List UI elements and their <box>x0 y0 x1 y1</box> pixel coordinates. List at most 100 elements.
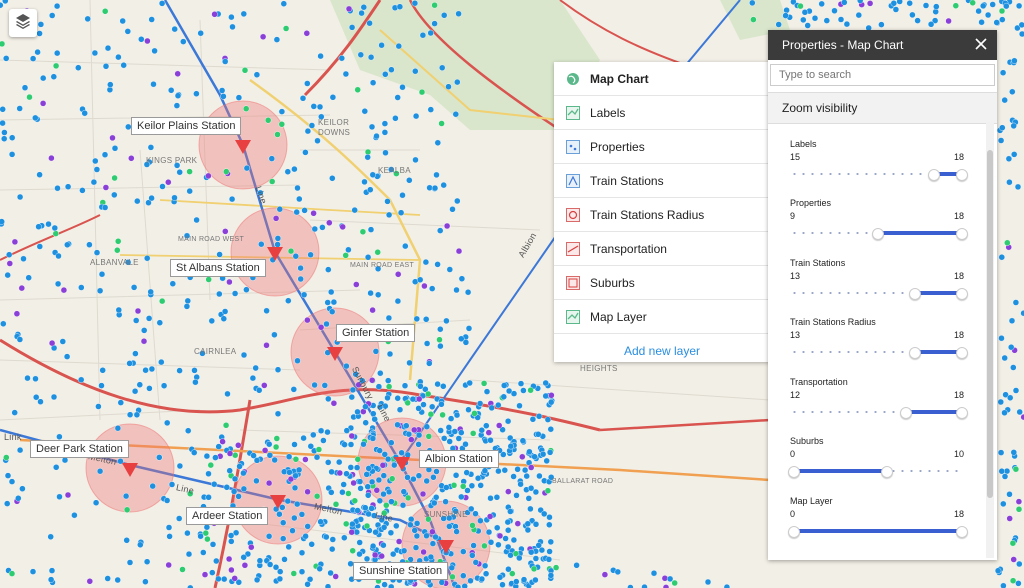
property-dot[interactable] <box>215 575 222 583</box>
property-dot[interactable] <box>399 83 406 91</box>
property-dot[interactable] <box>368 123 376 131</box>
property-dot[interactable] <box>524 526 532 534</box>
property-dot[interactable] <box>906 0 913 7</box>
property-dot[interactable] <box>474 475 482 482</box>
property-dot[interactable] <box>429 403 436 410</box>
property-dot[interactable] <box>360 3 367 11</box>
property-dot[interactable] <box>104 575 111 582</box>
property-dot[interactable] <box>148 194 155 202</box>
property-dot[interactable] <box>243 286 250 293</box>
property-dot[interactable] <box>36 171 43 178</box>
property-dot[interactable] <box>285 453 293 460</box>
property-dot[interactable] <box>998 335 1005 342</box>
property-dot[interactable] <box>291 514 298 522</box>
zoom-range-slider[interactable] <box>788 465 964 478</box>
property-dot[interactable] <box>505 543 512 551</box>
property-dot[interactable] <box>123 537 130 544</box>
property-dot[interactable] <box>192 379 199 386</box>
property-dot[interactable] <box>304 488 311 495</box>
layer-item-map-layer[interactable]: Map Layer <box>554 300 770 334</box>
property-dot[interactable] <box>367 186 374 193</box>
property-dot[interactable] <box>176 462 184 470</box>
property-dot[interactable] <box>1008 344 1015 351</box>
property-dot[interactable] <box>266 561 274 568</box>
property-dot[interactable] <box>458 335 465 342</box>
property-dot[interactable] <box>1000 500 1007 508</box>
property-dot[interactable] <box>347 441 355 448</box>
property-dot[interactable] <box>400 547 408 554</box>
property-dot[interactable] <box>329 175 336 182</box>
property-dot[interactable] <box>6 260 14 267</box>
property-dot[interactable] <box>137 541 144 548</box>
property-dot[interactable] <box>431 20 438 27</box>
property-dot[interactable] <box>5 251 13 258</box>
property-dot[interactable] <box>423 532 430 539</box>
property-dot[interactable] <box>933 3 940 10</box>
property-dot[interactable] <box>447 415 455 422</box>
property-dot[interactable] <box>443 222 451 230</box>
property-dot[interactable] <box>138 36 145 43</box>
property-dot[interactable] <box>338 55 345 62</box>
slider-max-handle[interactable] <box>956 288 968 300</box>
property-dot[interactable] <box>307 443 314 450</box>
property-dot[interactable] <box>281 556 288 563</box>
property-dot[interactable] <box>324 299 331 306</box>
property-dot[interactable] <box>519 437 527 444</box>
property-dot[interactable] <box>411 426 418 434</box>
zoom-range-slider[interactable] <box>790 406 968 419</box>
property-dot[interactable] <box>360 441 367 448</box>
property-dot[interactable] <box>811 15 819 22</box>
property-dot[interactable] <box>291 484 299 492</box>
property-dot[interactable] <box>878 21 885 28</box>
property-dot[interactable] <box>470 430 477 437</box>
property-dot[interactable] <box>278 108 286 115</box>
property-dot[interactable] <box>361 107 368 115</box>
property-dot[interactable] <box>369 171 376 179</box>
property-dot[interactable] <box>1010 449 1017 456</box>
property-dot[interactable] <box>384 198 391 205</box>
property-dot[interactable] <box>481 562 489 569</box>
property-dot[interactable] <box>201 571 209 578</box>
property-dot[interactable] <box>999 69 1007 76</box>
property-dot[interactable] <box>345 490 352 497</box>
property-dot[interactable] <box>425 390 432 398</box>
property-dot[interactable] <box>329 536 336 543</box>
property-dot[interactable] <box>364 483 371 490</box>
property-dot[interactable] <box>378 552 385 560</box>
property-dot[interactable] <box>0 218 5 225</box>
property-dot[interactable] <box>52 230 59 237</box>
property-dot[interactable] <box>316 103 324 111</box>
search-input[interactable] <box>770 64 995 86</box>
property-dot[interactable] <box>380 542 387 549</box>
property-dot[interactable] <box>4 271 11 279</box>
property-dot[interactable] <box>328 288 335 296</box>
property-dot[interactable] <box>461 583 468 588</box>
property-dot[interactable] <box>290 386 297 393</box>
property-dot[interactable] <box>425 433 432 440</box>
property-dot[interactable] <box>532 488 540 496</box>
property-dot[interactable] <box>423 340 431 347</box>
property-dot[interactable] <box>379 462 387 469</box>
property-dot[interactable] <box>394 421 401 428</box>
property-dot[interactable] <box>336 458 343 466</box>
property-dot[interactable] <box>274 131 281 138</box>
property-dot[interactable] <box>20 255 27 262</box>
property-dot[interactable] <box>415 431 423 439</box>
property-dot[interactable] <box>351 497 358 504</box>
property-dot[interactable] <box>412 67 419 75</box>
property-dot[interactable] <box>253 71 261 78</box>
property-dot[interactable] <box>538 546 546 554</box>
property-dot[interactable] <box>342 70 350 78</box>
property-dot[interactable] <box>325 266 332 273</box>
property-dot[interactable] <box>324 583 332 588</box>
property-dot[interactable] <box>505 488 512 495</box>
property-dot[interactable] <box>284 168 291 175</box>
property-dot[interactable] <box>221 58 229 65</box>
property-dot[interactable] <box>320 437 327 444</box>
property-dot[interactable] <box>439 64 446 72</box>
property-dot[interactable] <box>54 280 62 288</box>
property-dot[interactable] <box>1016 560 1023 568</box>
property-dot[interactable] <box>381 129 389 136</box>
property-dot[interactable] <box>171 194 178 202</box>
property-dot[interactable] <box>271 331 278 338</box>
